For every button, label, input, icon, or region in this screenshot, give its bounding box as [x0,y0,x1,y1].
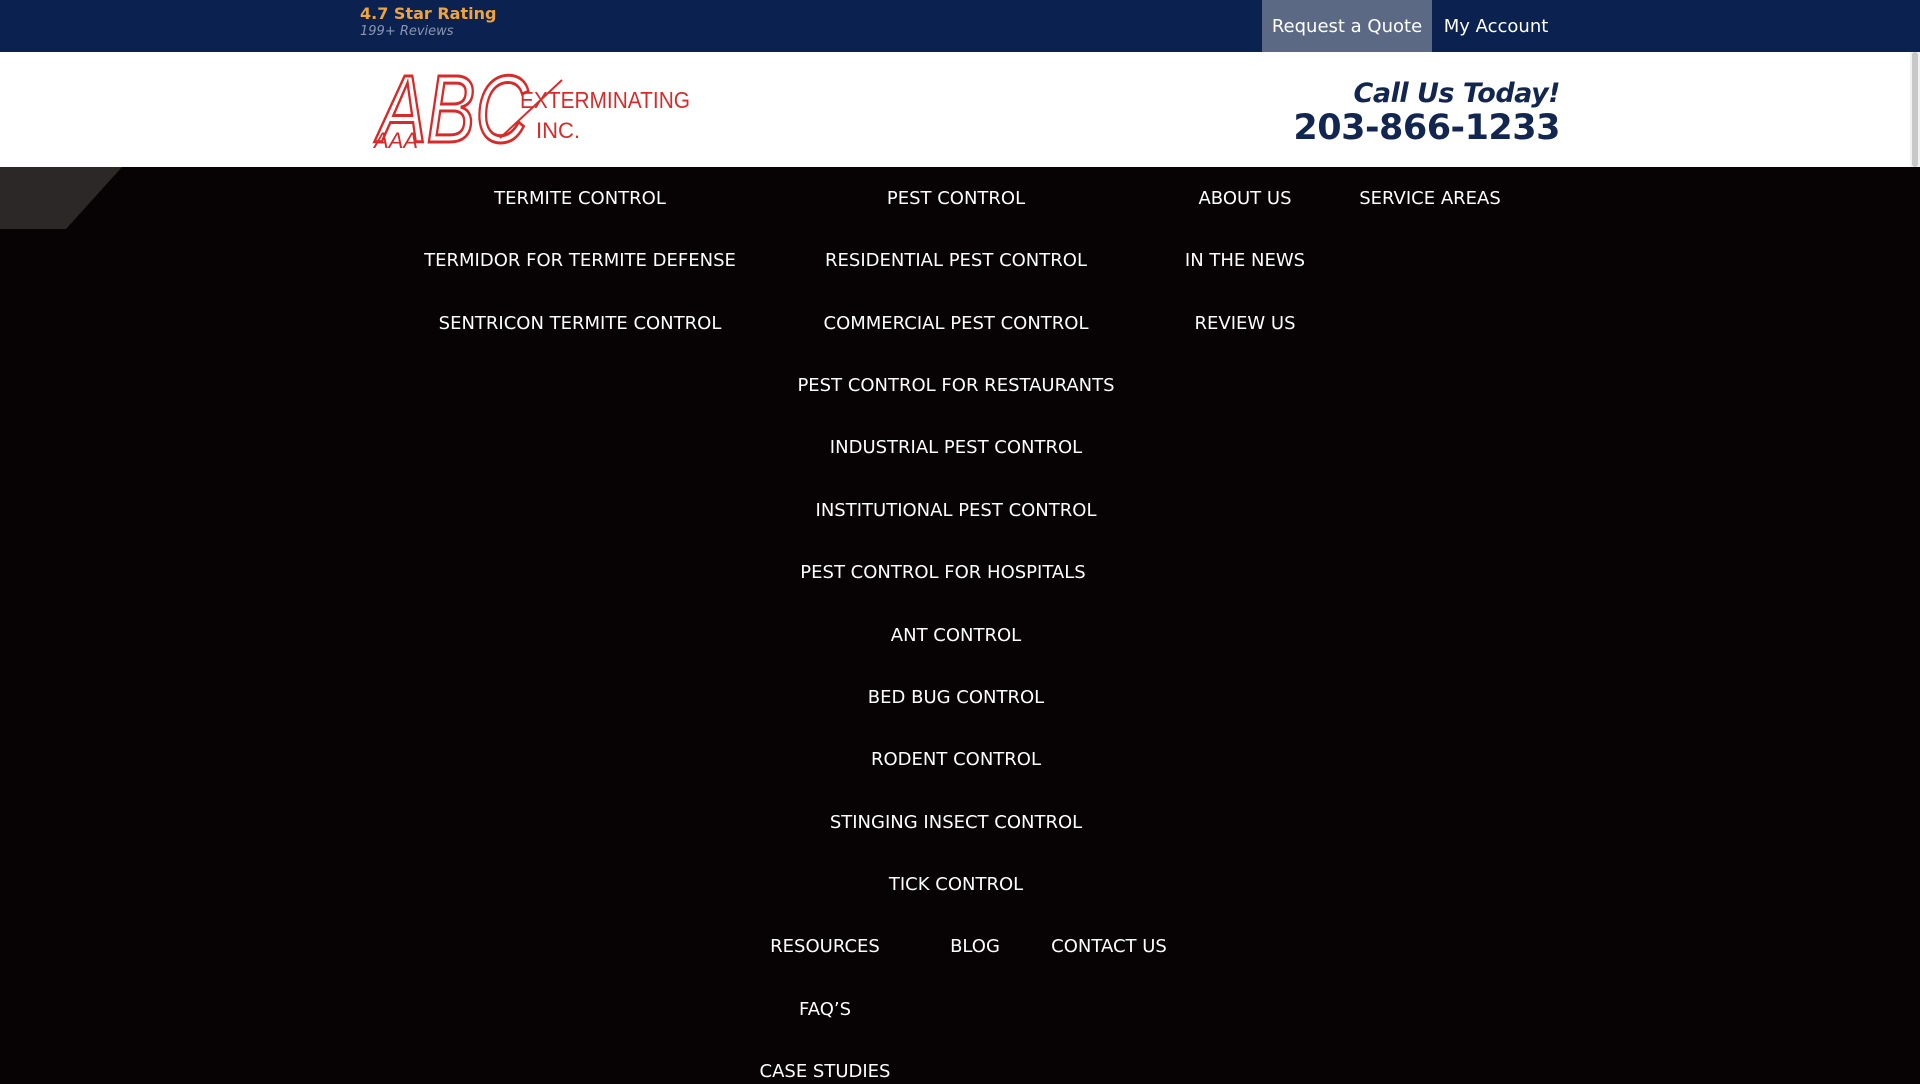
rating-title: 4.7 Star Rating [360,4,497,23]
nav-industrial-pest[interactable]: INDUSTRIAL PEST CONTROL [830,436,1082,460]
top-bar: 4.7 Star Rating 199+ Reviews Request a Q… [0,0,1920,52]
phone-number[interactable]: 203-866-1233 [1220,108,1560,148]
nav-residential-pest[interactable]: RESIDENTIAL PEST CONTROL [825,249,1087,273]
review-count: 199+ Reviews [360,24,454,39]
nav-termidor[interactable]: TERMIDOR FOR TERMITE DEFENSE [424,249,736,273]
request-quote-button[interactable]: Request a Quote [1262,0,1432,52]
nav-faqs[interactable]: FAQ’S [799,998,851,1022]
nav-rodent-control[interactable]: RODENT CONTROL [871,748,1041,772]
nav-blog[interactable]: BLOG [950,935,1000,959]
nav-ant-control[interactable]: ANT CONTROL [891,624,1021,648]
decorative-corner [0,167,122,229]
nav-service-areas[interactable]: SERVICE AREAS [1359,187,1501,211]
my-account-link[interactable]: My Account [1432,0,1560,52]
rating-summary[interactable]: 4.7 Star Rating 199+ Reviews [360,4,496,40]
site-header [0,52,1910,167]
logo-aaa-text: AAA [372,128,418,152]
nav-termite-control[interactable]: TERMITE CONTROL [494,187,666,211]
nav-resources[interactable]: RESOURCES [770,935,880,959]
nav-commercial-pest[interactable]: COMMERCIAL PEST CONTROL [824,312,1089,336]
nav-in-the-news[interactable]: IN THE NEWS [1185,249,1305,273]
scrollbar-thumb[interactable] [1912,52,1918,167]
nav-bed-bug-control[interactable]: BED BUG CONTROL [868,686,1044,710]
nav-hospitals-pest[interactable]: PEST CONTROL FOR HOSPITALS [800,561,1085,585]
nav-pest-control[interactable]: PEST CONTROL [887,187,1025,211]
logo-exterminating-text: EXTERMINATING [520,87,690,113]
nav-case-studies[interactable]: CASE STUDIES [760,1060,891,1084]
logo-inc-text: INC. [536,118,580,143]
nav-institutional-pest[interactable]: INSTITUTIONAL PEST CONTROL [816,499,1097,523]
scrollbar[interactable] [1910,52,1920,167]
nav-restaurants-pest[interactable]: PEST CONTROL FOR RESTAURANTS [797,374,1114,398]
nav-stinging-insect-control[interactable]: STINGING INSECT CONTROL [830,811,1082,835]
nav-sentricon[interactable]: SENTRICON TERMITE CONTROL [439,312,722,336]
nav-tick-control[interactable]: TICK CONTROL [889,873,1023,897]
nav-about-us[interactable]: ABOUT US [1198,187,1291,211]
call-us-label: Call Us Today! [1353,78,1561,109]
nav-review-us[interactable]: REVIEW US [1195,312,1296,336]
nav-contact-us[interactable]: CONTACT US [1051,935,1167,959]
company-logo[interactable]: ABC AAA EXTERMINATING INC. [372,66,692,152]
